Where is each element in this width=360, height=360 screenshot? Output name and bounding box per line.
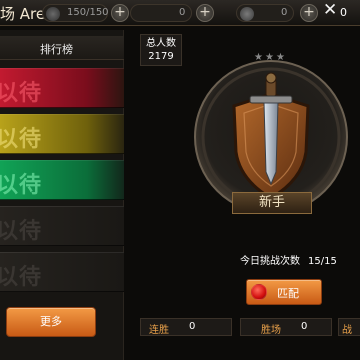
star-icon: ★ bbox=[264, 52, 276, 63]
leaderboard-slot-5[interactable]: 以待 bbox=[0, 252, 124, 292]
rank-name: 新手 bbox=[232, 192, 312, 214]
star-icon: ★ bbox=[254, 52, 265, 63]
total-players-label: 总人数 bbox=[146, 38, 176, 49]
add-resource-1-button[interactable]: + bbox=[196, 4, 214, 22]
top-bar: 场 Arena 150/150 + 0 + 0 + ✕ 0 bbox=[0, 0, 360, 26]
resource-1-value: 0 bbox=[179, 7, 186, 18]
resource-2-value: 0 bbox=[281, 7, 288, 18]
total-players-box: 总人数 2179 bbox=[140, 34, 182, 66]
stat-label: 胜场 bbox=[261, 325, 281, 336]
slot-label: 以待 bbox=[0, 172, 43, 198]
stat-value: 0 bbox=[189, 321, 196, 332]
win-streak-stat: 连胜 0 bbox=[140, 318, 232, 336]
stamina-value: 150/150 bbox=[67, 7, 109, 18]
leaderboard-slot-2[interactable]: 以待 bbox=[0, 114, 124, 154]
rank-emblem: ★★★ 新手 bbox=[190, 52, 352, 242]
stamina-icon bbox=[46, 7, 60, 21]
add-stamina-button[interactable]: + bbox=[111, 4, 129, 22]
coin-icon bbox=[240, 7, 254, 21]
challenge-count: 15/15 bbox=[308, 256, 337, 267]
leaderboard-panel: 排行榜 以待 以待 以待 以待 以待 更多 bbox=[0, 30, 124, 360]
leaderboard-slot-4[interactable]: 以待 bbox=[0, 206, 124, 246]
stat-label: 连胜 bbox=[149, 325, 169, 336]
close-icon[interactable]: ✕ bbox=[323, 0, 337, 20]
match-button[interactable]: 匹配 bbox=[246, 279, 322, 305]
daily-challenge-info: 今日挑战次数 15/15 bbox=[240, 252, 337, 267]
plus-icon: + bbox=[303, 4, 315, 20]
close-count: 0 bbox=[340, 6, 347, 19]
star-icon: ★ bbox=[275, 52, 287, 63]
match-label: 匹配 bbox=[277, 287, 299, 300]
plus-icon: + bbox=[199, 4, 211, 20]
slot-label: 以待 bbox=[0, 80, 43, 106]
stat-value: 0 bbox=[301, 321, 308, 332]
battles-stat: 战 bbox=[338, 318, 360, 336]
resource-pill-2: 0 bbox=[236, 4, 294, 22]
total-players-value: 2179 bbox=[148, 51, 174, 62]
challenge-label: 今日挑战次数 bbox=[240, 256, 300, 267]
plus-icon: + bbox=[114, 4, 126, 20]
leaderboard-slot-3[interactable]: 以待 bbox=[0, 160, 124, 200]
rank-stars: ★★★ bbox=[254, 52, 294, 64]
stat-label: 战 bbox=[342, 325, 352, 336]
leaderboard-title: 排行榜 bbox=[40, 43, 73, 56]
wins-stat: 胜场 0 bbox=[240, 318, 332, 336]
add-resource-2-button[interactable]: + bbox=[300, 4, 318, 22]
leaderboard-header: 排行榜 bbox=[0, 36, 124, 60]
resource-pill-1: 0 bbox=[130, 4, 192, 22]
leaderboard-slot-1[interactable]: 以待 bbox=[0, 68, 124, 108]
slot-label: 以待 bbox=[0, 126, 43, 152]
slot-label: 以待 bbox=[0, 264, 43, 290]
slot-label: 以待 bbox=[0, 218, 43, 244]
more-button[interactable]: 更多 bbox=[6, 307, 96, 337]
red-orb-icon bbox=[251, 284, 267, 300]
stamina-pill: 150/150 bbox=[42, 4, 109, 22]
